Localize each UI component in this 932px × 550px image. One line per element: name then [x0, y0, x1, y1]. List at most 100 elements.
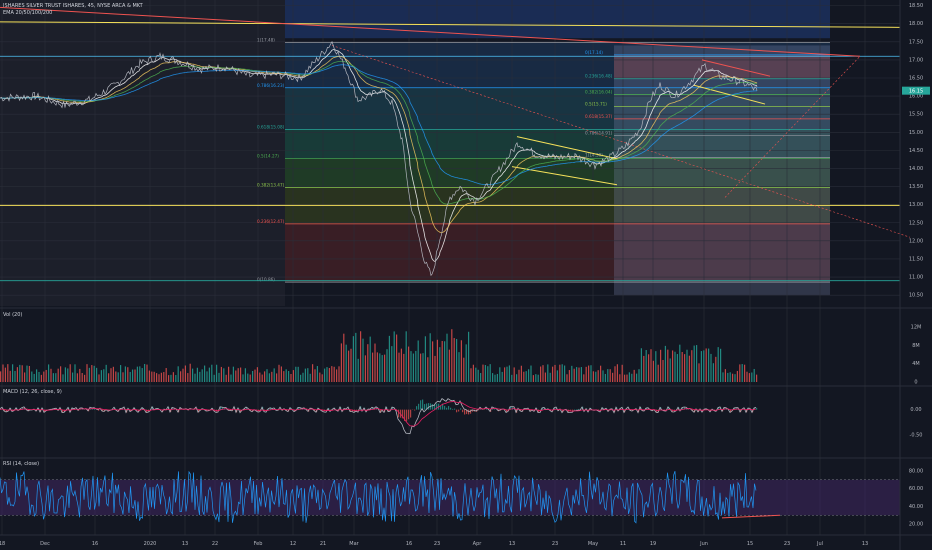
time-axis-label: Jul: [816, 541, 823, 547]
volume-bar: [480, 373, 482, 382]
volume-bar: [242, 374, 244, 382]
volume-bar: [744, 364, 746, 382]
volume-bar: [12, 364, 14, 382]
volume-bar: [676, 354, 678, 382]
volume-bar: [477, 369, 479, 382]
time-axis-label: 15: [747, 541, 753, 547]
rsi-band: [0, 479, 900, 516]
volume-bar: [484, 365, 486, 382]
fib-label: 0.618(15.08): [257, 124, 285, 129]
volume-bar: [165, 368, 167, 382]
price-axis-label: 13.00: [909, 202, 923, 208]
time-axis-label: 13: [509, 541, 515, 547]
time-axis-label: 21: [320, 541, 326, 547]
price-axis-label: 12.00: [909, 238, 923, 244]
volume-bar: [475, 367, 477, 382]
volume-bar: [247, 373, 249, 382]
volume-bar: [122, 372, 124, 382]
volume-bar: [547, 364, 549, 382]
volume-bar: [388, 335, 390, 382]
volume-bar: [700, 351, 702, 382]
macd-line: [0, 398, 757, 435]
volume-bar: [717, 347, 719, 382]
volume-bar: [115, 371, 117, 382]
macd-histogram-bar: [410, 409, 412, 418]
volume-bar: [285, 369, 287, 382]
fib-label: 0(10.86): [257, 277, 275, 282]
volume-bar: [208, 367, 210, 382]
volume-bar: [290, 373, 292, 382]
pane-axis-label: 60.00: [909, 486, 923, 492]
volume-bar: [638, 369, 640, 382]
time-axis-label: 19: [650, 541, 656, 547]
volume-bar: [741, 364, 743, 382]
volume-bar: [746, 371, 748, 382]
volume-bar: [552, 366, 554, 382]
volume-bar: [40, 374, 42, 382]
volume-bar: [576, 367, 578, 382]
volume-bar: [333, 366, 335, 382]
volume-bar: [691, 350, 693, 382]
macd-histogram-bar: [458, 409, 460, 412]
macd-histogram-bar: [460, 408, 462, 410]
volume-bar: [350, 348, 352, 382]
volume-bar: [453, 338, 455, 382]
volume-bar: [686, 349, 688, 382]
volume-bar: [187, 373, 189, 382]
macd-histogram-bar: [432, 404, 434, 410]
pane-axis-label: 0.00: [910, 407, 921, 413]
time-axis-label: 13: [182, 541, 188, 547]
volume-bar: [542, 365, 544, 382]
volume-bar: [609, 369, 611, 382]
volume-bar: [506, 366, 508, 382]
volume-bar: [230, 374, 232, 382]
chart-canvas[interactable]: 1(17.48) 0.786(16.23) 0.618(15.08) 0.5(14.2…: [0, 0, 932, 550]
volume-bar: [655, 351, 657, 382]
volume-bar: [564, 365, 566, 382]
volume-bar: [496, 373, 498, 382]
volume-bar: [283, 371, 285, 382]
volume-bar: [664, 345, 666, 382]
volume-bar: [9, 370, 11, 382]
volume-bar: [669, 358, 671, 382]
volume-bar: [573, 368, 575, 382]
volume-bar: [513, 367, 515, 382]
volume-bar: [499, 367, 501, 382]
volume-bar: [84, 374, 86, 382]
volume-bar: [38, 371, 40, 382]
volume-bar: [540, 366, 542, 382]
volume-bar: [645, 349, 647, 382]
volume-bar: [525, 371, 527, 382]
volume-bar: [482, 364, 484, 382]
volume-bar: [561, 364, 563, 382]
volume-bar: [204, 365, 206, 382]
volume-bar: [588, 365, 590, 382]
volume-bar: [21, 365, 23, 382]
macd-histogram-bar: [456, 409, 458, 413]
volume-bar: [628, 372, 630, 382]
volume-bar: [189, 363, 191, 382]
fib-label: 0.786(16.23): [257, 83, 285, 88]
volume-bar: [148, 370, 150, 382]
volume-bar: [254, 369, 256, 382]
volume-bar: [316, 366, 318, 382]
volume-bar: [508, 365, 510, 382]
macd-histogram-bar: [464, 409, 466, 415]
volume-bar: [100, 370, 102, 382]
volume-bar: [328, 368, 330, 382]
volume-bar: [501, 371, 503, 382]
price-axis-label: 15.00: [909, 130, 923, 136]
volume-bar: [494, 374, 496, 382]
volume-bar: [4, 367, 6, 382]
volume-bar: [273, 368, 275, 382]
volume-bar: [681, 352, 683, 382]
volume-bar: [168, 375, 170, 382]
macd-histogram-bar: [578, 408, 580, 410]
volume-bar: [194, 373, 196, 382]
volume-bar: [590, 365, 592, 382]
price-axis-label: 10.50: [909, 293, 923, 299]
volume-bar: [410, 351, 412, 382]
fib2-label: 0.786(14.91): [585, 131, 613, 136]
fib2-label: 0(17.14): [585, 50, 603, 55]
macd-histogram-bar: [424, 404, 426, 410]
